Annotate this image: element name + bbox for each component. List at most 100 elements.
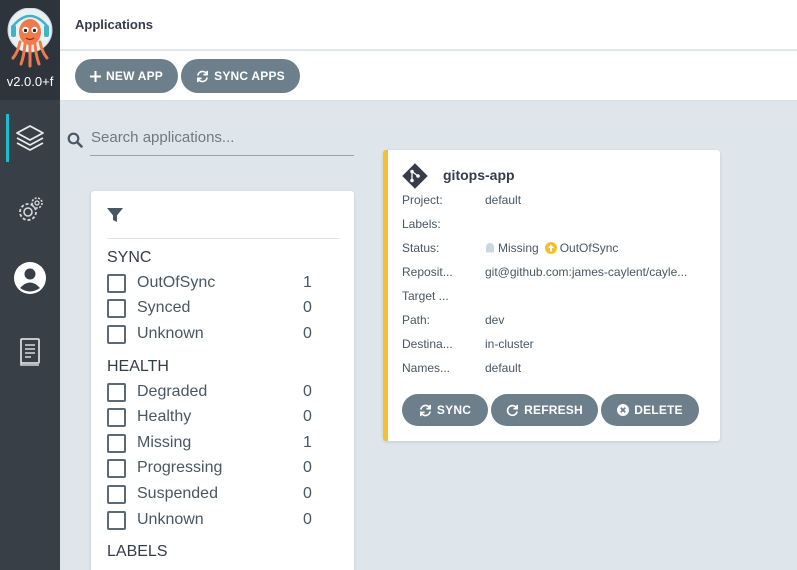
top-header: Applications [60, 0, 797, 50]
tile-value: in-cluster [485, 337, 534, 351]
tile-row-namespace: Names... default [402, 360, 722, 376]
filter-count: 0 [303, 383, 312, 400]
app-name[interactable]: gitops-app [443, 167, 515, 183]
tile-value: default [485, 361, 522, 375]
delete-icon [617, 404, 630, 416]
tile-key: Target ... [402, 289, 449, 303]
app-tile[interactable]: gitops-app Project: default Labels: Stat… [383, 150, 720, 441]
filter-label: Missing [137, 434, 192, 451]
tile-key: Status: [402, 241, 440, 255]
sync-icon [419, 404, 431, 416]
filter-count: 0 [303, 511, 312, 528]
filter-row[interactable]: Synced 0 [107, 297, 317, 319]
filter-row[interactable]: Degraded 0 [107, 381, 317, 403]
plus-icon [90, 70, 102, 82]
search-input[interactable] [90, 120, 354, 156]
tile-key: Names... [402, 361, 451, 375]
tile-row-path: Path: dev [402, 312, 722, 328]
tile-key: Reposit... [402, 265, 453, 279]
docs-icon [20, 338, 40, 366]
logo-area: v2.0.0+f [0, 0, 60, 100]
filter-label: Progressing [137, 459, 223, 476]
checkbox[interactable] [107, 382, 126, 402]
checkbox[interactable] [107, 298, 126, 318]
filter-count: 0 [303, 485, 312, 502]
filter-label: Suspended [137, 485, 218, 502]
git-icon [402, 163, 428, 189]
labels-section-title: LABELS [107, 543, 168, 560]
filter-header [107, 205, 339, 239]
checkbox[interactable] [107, 484, 126, 504]
delete-label: DELETE [634, 403, 683, 417]
filter-label: Unknown [137, 325, 204, 342]
checkbox[interactable] [107, 510, 126, 530]
sync-status: OutOfSync [559, 241, 619, 255]
nav-item-settings[interactable] [0, 184, 60, 236]
filter-row[interactable]: Unknown 0 [107, 509, 317, 531]
tile-row-repository: Reposit... git@github.com:james-caylent/… [402, 264, 722, 280]
ghost-icon [486, 243, 494, 253]
repository-url: git@github.com:james-caylent/cayle... [485, 265, 688, 279]
tile-row-target: Target ... [402, 288, 722, 304]
search-icon [67, 132, 83, 148]
out-of-sync-icon [544, 242, 557, 254]
filter-label: Degraded [137, 383, 208, 400]
status-value: Missing OutOfSync [485, 241, 707, 255]
sync-apps-button[interactable]: SYNC APPS [181, 59, 300, 93]
filter-row[interactable]: Healthy 0 [107, 406, 317, 428]
tile-value: default [485, 193, 522, 207]
health-section-title: HEALTH [107, 358, 169, 375]
tile-key: Labels: [402, 217, 441, 231]
filter-count: 0 [303, 408, 312, 425]
checkbox[interactable] [107, 324, 126, 344]
filter-label: Healthy [137, 408, 192, 425]
page-title: Applications [75, 17, 154, 32]
tile-key: Path: [402, 313, 431, 327]
filter-row[interactable]: OutOfSync 1 [107, 272, 317, 294]
filter-row[interactable]: Missing 1 [107, 432, 317, 454]
new-app-label: NEW APP [106, 69, 163, 83]
nav-item-applications[interactable] [0, 112, 60, 164]
nav-item-documentation[interactable] [0, 326, 60, 378]
delete-button[interactable]: DELETE [601, 394, 699, 426]
refresh-icon [506, 404, 519, 416]
tile-row-project: Project: default [402, 192, 722, 208]
sync-icon [197, 70, 209, 82]
tile-row-labels: Labels: [402, 216, 722, 232]
sync-button[interactable]: SYNC [402, 394, 488, 426]
filter-count: 0 [303, 299, 312, 316]
filter-count: 1 [303, 434, 312, 451]
nav-item-user-info[interactable] [0, 252, 60, 304]
filter-icon[interactable] [107, 207, 123, 223]
refresh-button[interactable]: REFRESH [491, 394, 598, 426]
layers-icon [16, 125, 44, 151]
checkbox[interactable] [107, 407, 126, 427]
filter-row[interactable]: Suspended 0 [107, 483, 317, 505]
tile-key: Project: [402, 193, 443, 207]
filter-label: Synced [137, 299, 191, 316]
filter-row[interactable]: Progressing 0 [107, 457, 317, 479]
new-app-button[interactable]: NEW APP [75, 59, 178, 93]
sync-label: SYNC [436, 403, 472, 417]
health-status: Missing [498, 241, 539, 255]
tile-value: git@github.com:james-caylent/cayle... [485, 265, 707, 279]
left-nav: v2.0.0+f [0, 0, 60, 570]
argo-logo[interactable] [7, 8, 53, 68]
filter-row[interactable]: Unknown 0 [107, 323, 317, 345]
refresh-label: REFRESH [524, 403, 583, 417]
tile-row-status: Status: Missing OutOfSync [402, 240, 722, 256]
checkbox[interactable] [107, 458, 126, 478]
filter-label: OutOfSync [137, 274, 216, 291]
tile-value: dev [485, 313, 505, 327]
filter-label: Unknown [137, 511, 204, 528]
user-icon [14, 262, 46, 294]
filter-panel: SYNC OutOfSync 1 Synced 0 Unknown 0 HEAL… [91, 191, 354, 570]
checkbox[interactable] [107, 433, 126, 453]
filter-count: 1 [303, 274, 312, 291]
toolbar: NEW APP SYNC APPS [60, 51, 797, 101]
checkbox[interactable] [107, 273, 126, 293]
sync-section-title: SYNC [107, 249, 152, 266]
version-label: v2.0.0+f [6, 74, 54, 89]
tile-key: Destina... [402, 337, 453, 351]
settings-icon [19, 197, 43, 221]
